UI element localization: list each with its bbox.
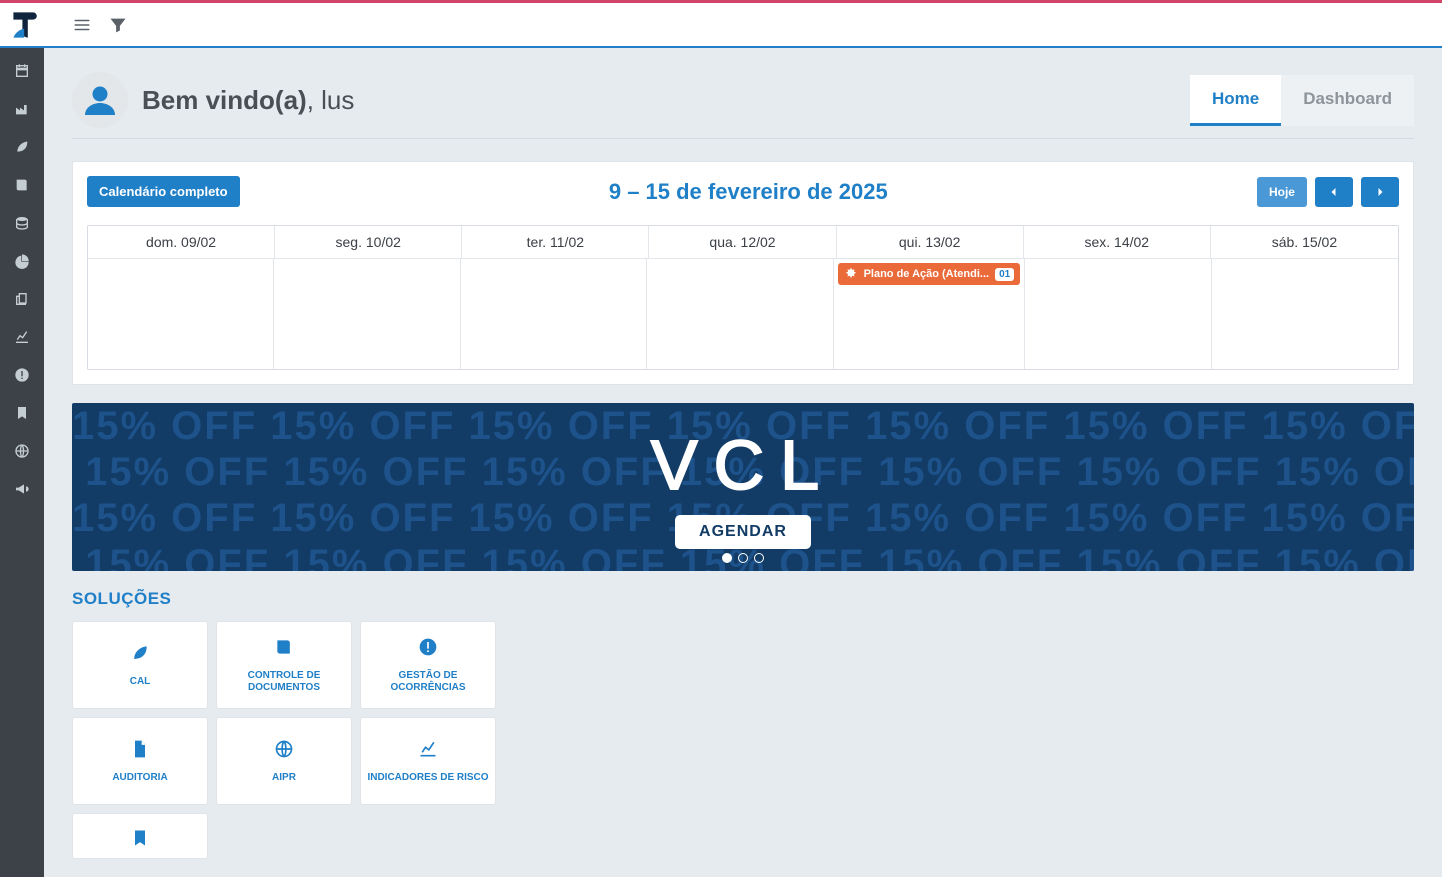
solution-label: CONTROLE DE DOCUMENTOS (221, 670, 347, 694)
rail-pie-chart-icon[interactable] (0, 242, 44, 280)
full-calendar-button[interactable]: Calendário completo (87, 176, 240, 207)
rail-leaf-icon[interactable] (0, 128, 44, 166)
day-head-6: sáb. 15/02 (1211, 226, 1398, 259)
globe-icon (274, 739, 294, 764)
solution-occurrences[interactable]: GESTÃO DE OCORRÊNCIAS (360, 621, 496, 709)
top-bar (0, 0, 1442, 48)
week-head: dom. 09/02 seg. 10/02 ter. 11/02 qua. 12… (88, 226, 1398, 259)
day-head-1: seg. 10/02 (275, 226, 462, 259)
rail-exclamation-icon[interactable] (0, 356, 44, 394)
filter-icon[interactable] (100, 7, 136, 43)
left-rail (0, 0, 44, 877)
welcome-text: Bem vindo(a), lus (142, 85, 354, 116)
rail-copy-icon[interactable] (0, 280, 44, 318)
event-label: Plano de Ação (Atendi... (864, 268, 990, 280)
day-head-4: qui. 13/02 (837, 226, 1024, 259)
calendar-header: Calendário completo 9 – 15 de fevereiro … (87, 176, 1399, 207)
avatar (72, 72, 128, 128)
solution-cal[interactable]: CAL (72, 621, 208, 709)
solutions-title: SOLUÇÕES (72, 589, 1414, 609)
solutions-grid: CAL CONTROLE DE DOCUMENTOS GESTÃO DE OCO… (72, 621, 1414, 859)
solution-label: GESTÃO DE OCORRÊNCIAS (365, 670, 491, 694)
calendar-nav: Hoje (1257, 177, 1399, 207)
solution-audit[interactable]: AUDITORIA (72, 717, 208, 805)
rail-industry-icon[interactable] (0, 90, 44, 128)
solution-label: CAL (130, 676, 151, 688)
calendar-event[interactable]: Plano de Ação (Atendi... 01 (838, 263, 1021, 285)
calendar-title: 9 – 15 de fevereiro de 2025 (609, 179, 888, 205)
rail-globe-icon[interactable] (0, 432, 44, 470)
day-cell-6[interactable] (1212, 259, 1398, 369)
banner-center: VCL AGENDAR (72, 403, 1414, 571)
day-cell-0[interactable] (88, 259, 274, 369)
day-head-0: dom. 09/02 (88, 226, 275, 259)
day-cell-2[interactable] (461, 259, 647, 369)
rail-calendar-icon[interactable] (0, 52, 44, 90)
week-body: Plano de Ação (Atendi... 01 (88, 259, 1398, 369)
prev-week-button[interactable] (1315, 177, 1353, 207)
day-head-2: ter. 11/02 (462, 226, 649, 259)
day-cell-3[interactable] (647, 259, 833, 369)
rail-database-icon[interactable] (0, 204, 44, 242)
next-week-button[interactable] (1361, 177, 1399, 207)
carousel-dot-1[interactable] (722, 553, 732, 563)
solution-label: INDICADORES DE RISCO (367, 772, 488, 784)
day-cell-4[interactable]: Plano de Ação (Atendi... 01 (834, 259, 1026, 369)
welcome-name: , lus (307, 85, 355, 115)
carousel-dot-2[interactable] (738, 553, 748, 563)
rail-line-chart-icon[interactable] (0, 318, 44, 356)
book-icon (274, 637, 294, 662)
event-count: 01 (995, 268, 1014, 281)
promo-banner[interactable]: 15% OFF 15% OFF 15% OFF 15% OFF 15% OFF … (72, 403, 1414, 571)
solution-aipr[interactable]: AIPR (216, 717, 352, 805)
calendar-card: Calendário completo 9 – 15 de fevereiro … (72, 161, 1414, 385)
banner-schedule-button[interactable]: AGENDAR (675, 515, 811, 549)
day-head-5: sex. 14/02 (1024, 226, 1211, 259)
banner-logo: VCL (651, 425, 835, 505)
line-chart-icon (418, 739, 438, 764)
today-button[interactable]: Hoje (1257, 177, 1307, 207)
tab-dashboard[interactable]: Dashboard (1281, 75, 1414, 126)
welcome-prefix: Bem vindo(a) (142, 85, 307, 115)
solution-label: AIPR (272, 772, 296, 784)
day-cell-5[interactable] (1025, 259, 1211, 369)
carousel-dot-3[interactable] (754, 553, 764, 563)
rail-bookmark-icon[interactable] (0, 394, 44, 432)
day-head-3: qua. 12/02 (649, 226, 836, 259)
week-grid: dom. 09/02 seg. 10/02 ter. 11/02 qua. 12… (87, 225, 1399, 370)
file-icon (130, 739, 150, 764)
event-burst-icon (844, 267, 858, 281)
solution-risk-indicators[interactable]: INDICADORES DE RISCO (360, 717, 496, 805)
rail-book-icon[interactable] (0, 166, 44, 204)
view-tabs: Home Dashboard (1190, 75, 1414, 126)
solution-doc-control[interactable]: CONTROLE DE DOCUMENTOS (216, 621, 352, 709)
main-content: Bem vindo(a), lus Home Dashboard Calendá… (44, 48, 1442, 877)
exclamation-icon (418, 637, 438, 662)
app-logo (8, 7, 44, 43)
divider (72, 138, 1414, 139)
menu-toggle-icon[interactable] (64, 7, 100, 43)
solution-qualification[interactable]: QUALIFICAÇÃO DE (72, 813, 208, 859)
carousel-dots (722, 553, 764, 563)
welcome-left: Bem vindo(a), lus (72, 72, 354, 128)
welcome-row: Bem vindo(a), lus Home Dashboard (72, 72, 1414, 128)
day-cell-1[interactable] (274, 259, 460, 369)
solution-label: AUDITORIA (112, 772, 167, 784)
bookmark-icon (130, 828, 150, 853)
leaf-icon (130, 643, 150, 668)
tab-home[interactable]: Home (1190, 75, 1281, 126)
rail-megaphone-icon[interactable] (0, 470, 44, 508)
